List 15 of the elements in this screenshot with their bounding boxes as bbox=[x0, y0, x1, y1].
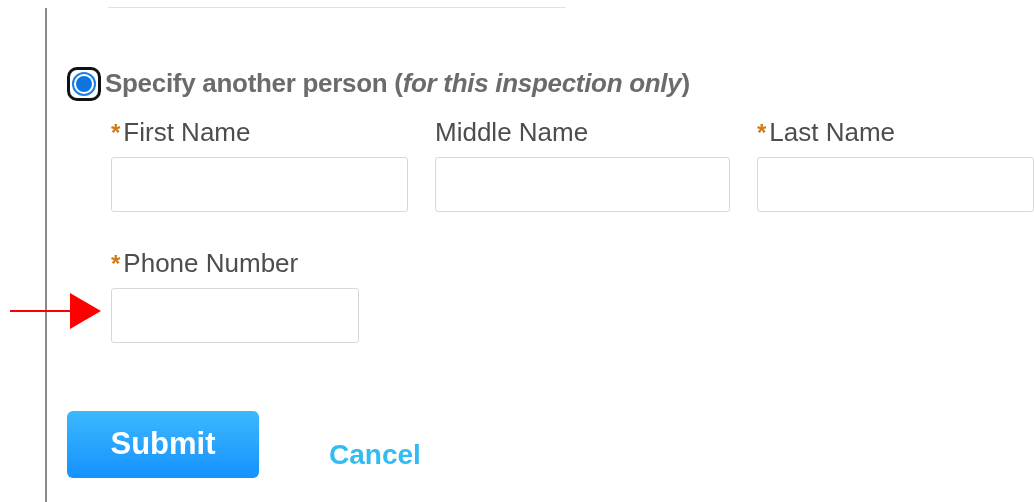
required-asterisk: * bbox=[757, 118, 767, 148]
field-label: Last Name bbox=[769, 116, 896, 149]
input-field[interactable] bbox=[111, 288, 359, 343]
cancel-link[interactable]: Cancel bbox=[329, 434, 421, 476]
field-label: Phone Number bbox=[123, 247, 299, 280]
input-field[interactable] bbox=[757, 157, 1034, 212]
radio-button[interactable] bbox=[67, 66, 101, 101]
field-label: First Name bbox=[123, 116, 251, 149]
input-field[interactable] bbox=[111, 157, 408, 212]
required-asterisk: * bbox=[111, 118, 121, 148]
required-asterisk: * bbox=[111, 249, 121, 279]
input-field[interactable] bbox=[435, 157, 730, 212]
option-label: Specify another person (for this inspection only) bbox=[105, 67, 690, 100]
submit-button[interactable]: Submit bbox=[67, 411, 259, 478]
field-label: Middle Name bbox=[435, 116, 589, 149]
